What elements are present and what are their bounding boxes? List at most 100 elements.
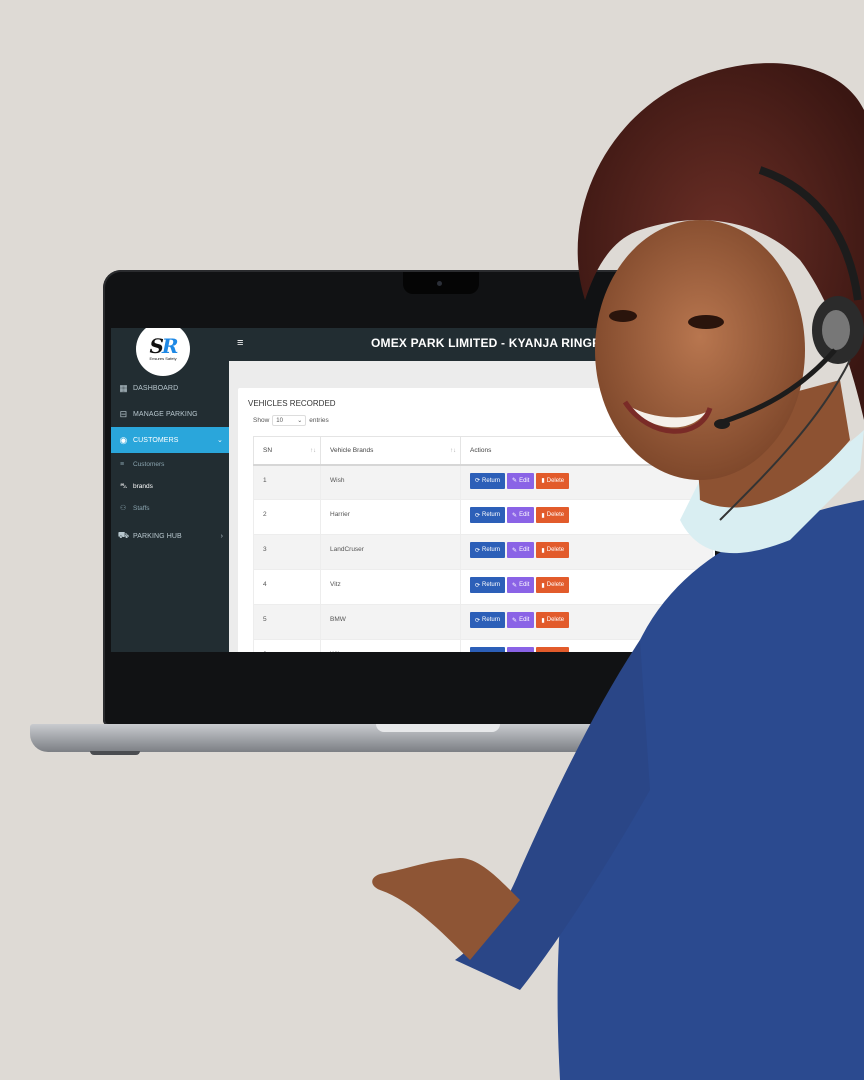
return-button[interactable]: ⟳Return — [470, 577, 506, 593]
cell-sn: 2 — [253, 499, 321, 535]
edit-button[interactable]: ✎Edit — [507, 472, 535, 489]
sidebar-subitem-brands[interactable]: ⛍ brands — [111, 475, 229, 497]
return-button[interactable]: ⟳Return — [470, 612, 506, 628]
edit-icon: ✎ — [512, 652, 517, 653]
entries-value: 10 — [276, 417, 283, 424]
edit-button[interactable]: ✎Edit — [507, 542, 535, 558]
edit-button[interactable]: ✎Edit — [507, 612, 535, 628]
return-button[interactable]: ⟳Return — [470, 472, 506, 489]
delete-button[interactable]: ▮Delete — [536, 507, 570, 523]
base-foot — [90, 751, 140, 755]
sidebar-item-label: CUSTOMERS — [133, 436, 179, 444]
entries-control: Show 10 ⌄ entries — [253, 415, 329, 426]
cell-sn: 3 — [253, 534, 321, 570]
sidebar-item-label: PARKING HUB — [133, 532, 182, 540]
column-header-sn[interactable]: SN ↑↓ — [253, 436, 321, 466]
return-label: Return — [482, 547, 501, 553]
sidebar-item-dashboard[interactable]: ▦ DASHBOARD — [111, 375, 229, 401]
cell-sn: 6 — [253, 639, 321, 652]
sidebar: SR Ensures Safety ▦ DASHBOARD ⊟ MANAGE P… — [111, 328, 229, 652]
show-label: Show — [253, 417, 270, 424]
table-row: 3 LandCruser ⟳ Return ✎ Edit ▮ Delete — [253, 534, 713, 570]
app-logo[interactable]: SR Ensures Safety — [136, 328, 190, 376]
delete-button[interactable]: ▮Delete — [536, 542, 570, 558]
table-row: 4 Vitz ⟳ Return ✎ Edit ▮ Delete — [253, 569, 713, 605]
entries-select[interactable]: 10 ⌄ — [272, 415, 307, 426]
table-row: 5 BMW ⟳ Return ✎ Edit ▮ Delete — [253, 604, 713, 640]
column-header-actions: Actions — [460, 436, 713, 466]
cell-brand: Wil — [320, 639, 461, 652]
edit-button[interactable]: ✎Edit — [507, 577, 535, 593]
sidebar-item-manage-parking[interactable]: ⊟ MANAGE PARKING — [111, 401, 229, 427]
sidebar-item-customers[interactable]: ◉ CUSTOMERS ⌄ — [111, 427, 229, 453]
column-header-vehicle-brands[interactable]: Vehicle Brands ↑↓ — [320, 436, 461, 466]
sidebar-item-label: MANAGE PARKING — [133, 410, 198, 418]
delete-label: Delete — [546, 512, 565, 518]
column-header-label: Vehicle Brands — [330, 446, 374, 454]
users-icon: ⚇ — [120, 505, 127, 512]
edit-icon: ✎ — [512, 512, 518, 519]
sort-icon: ↑↓ — [450, 448, 456, 454]
refresh-icon: ⟳ — [475, 617, 481, 624]
trash-icon: ▮ — [541, 478, 545, 484]
sidebar-item-parking-hub[interactable]: ⛟ PARKING HUB › — [111, 523, 229, 549]
edit-button[interactable]: ✎Edit — [507, 647, 535, 653]
return-label: Return — [482, 582, 501, 588]
column-header-label: SN — [263, 446, 273, 454]
edit-icon: ✎ — [512, 582, 518, 589]
delete-button[interactable]: ▮Delete — [536, 577, 570, 593]
trash-icon: ▮ — [541, 582, 545, 589]
cell-actions: ⟳Return✎Edit▮Delete — [460, 464, 713, 500]
user-circle-icon: ◉ — [119, 434, 128, 445]
trash-icon: ▮ — [541, 547, 545, 554]
cell-sn: 4 — [253, 569, 321, 605]
camera-notch — [403, 272, 479, 294]
return-button[interactable]: ⟳Return — [470, 507, 506, 523]
edit-button[interactable]: ✎Edit — [507, 507, 535, 523]
delete-button[interactable]: ▮Delete — [536, 472, 570, 489]
table-row: 6Wil ⟳Return✎Edit▮Delete — [253, 639, 713, 653]
logo-tagline: Ensures Safety — [149, 356, 177, 361]
car-icon: ⛍ — [120, 482, 128, 490]
edit-label: Edit — [519, 547, 530, 553]
delete-label: Delete — [546, 582, 565, 588]
refresh-icon: ⟳ — [475, 547, 481, 554]
return-label: Return — [482, 617, 501, 623]
sidebar-subitem-customers[interactable]: ≡ Customers — [111, 453, 229, 475]
cell-actions: ⟳Return✎Edit▮Delete — [460, 499, 713, 535]
sidebar-item-label: DASHBOARD — [133, 384, 179, 392]
car-icon: ⛟ — [117, 530, 130, 540]
return-button[interactable]: ⟳Return — [470, 647, 506, 652]
trash-icon: ▮ — [541, 652, 544, 653]
edit-label: Edit — [519, 477, 530, 484]
edit-icon: ✎ — [512, 547, 518, 554]
base-groove — [376, 724, 500, 732]
return-button[interactable]: ⟳Return — [470, 542, 506, 558]
chevron-down-icon: ⌄ — [217, 437, 223, 444]
edit-label: Edit — [519, 512, 530, 518]
hamburger-menu-icon[interactable]: ≡ — [237, 337, 243, 349]
sidebar-subitem-label: Customers — [133, 460, 165, 468]
table-row: 1 Wish ⟳ Return ✎ Edit ▮ Delete — [253, 464, 713, 500]
cell-sn: 5 — [253, 604, 321, 640]
return-label: Return — [482, 477, 501, 484]
bus-icon: ⊟ — [119, 408, 128, 419]
sidebar-nav: ▦ DASHBOARD ⊟ MANAGE PARKING ◉ CUSTOMERS… — [111, 375, 229, 549]
sort-icon: ↑↓ — [310, 448, 316, 454]
cell-brand: BMW — [320, 604, 461, 640]
cell-brand: Harrier — [320, 499, 461, 535]
refresh-icon: ⟳ — [475, 512, 481, 519]
delete-button[interactable]: ▮Delete — [536, 612, 570, 628]
list-icon: ≡ — [120, 460, 125, 468]
return-label: Return — [482, 512, 501, 518]
laptop-base — [30, 724, 670, 755]
delete-button[interactable]: ▮Delete — [536, 647, 570, 653]
cell-actions: ⟳Return✎Edit▮Delete — [460, 534, 713, 570]
column-header-label: Actions — [470, 446, 492, 454]
refresh-icon: ⟳ — [475, 582, 481, 589]
chevron-right-icon: › — [220, 532, 223, 540]
laptop-screen: SR Ensures Safety ▦ DASHBOARD ⊟ MANAGE P… — [111, 328, 715, 652]
sidebar-subitem-staffs[interactable]: ⚇ Staffs — [111, 497, 229, 519]
cell-brand: Wish — [320, 464, 461, 500]
logo-mark: SR — [149, 334, 178, 358]
